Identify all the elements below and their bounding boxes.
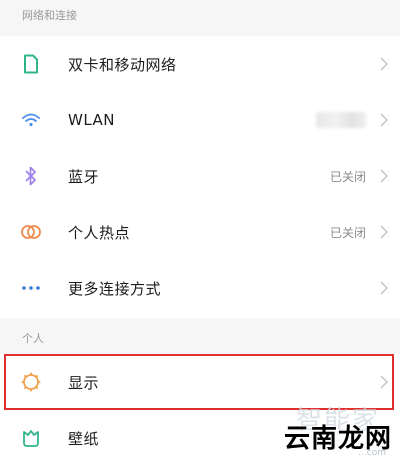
settings-item-label: 蓝牙 [68, 167, 100, 186]
settings-item-more-connections[interactable]: 更多连接方式 [0, 260, 400, 316]
hotspot-status: 已关闭 [329, 225, 366, 240]
wlan-network-name-blurred [316, 112, 366, 128]
settings-item-label: 个人热点 [68, 223, 131, 242]
display-brightness-icon [20, 371, 42, 393]
bluetooth-icon [20, 165, 42, 187]
settings-item-label: WLAN [68, 111, 116, 129]
wallpaper-icon [20, 427, 42, 449]
wifi-icon [20, 109, 42, 131]
sim-card-icon [20, 53, 42, 75]
more-dots-icon [20, 277, 42, 299]
settings-item-label: 更多连接方式 [68, 279, 162, 298]
settings-item-dual-sim[interactable]: 双卡和移动网络 [0, 36, 400, 92]
settings-item-label: 双卡和移动网络 [68, 55, 177, 74]
settings-item-bluetooth[interactable]: 蓝牙 已关闭 [0, 148, 400, 204]
chevron-right-icon [380, 375, 388, 389]
section-header-personal: 个人 [0, 318, 400, 354]
settings-item-label: 显示 [68, 373, 100, 392]
watermark-sub: …com [357, 448, 386, 458]
chevron-right-icon [380, 281, 388, 295]
bluetooth-status: 已关闭 [329, 169, 366, 184]
chevron-right-icon [380, 169, 388, 183]
chevron-right-icon [380, 225, 388, 239]
hotspot-icon [20, 221, 42, 243]
chevron-right-icon [380, 57, 388, 71]
settings-item-label: 壁纸 [68, 429, 100, 448]
settings-item-wlan[interactable]: WLAN [0, 92, 400, 148]
chevron-right-icon [380, 113, 388, 127]
section-header-network: 网络和连接 [0, 0, 400, 36]
settings-item-hotspot[interactable]: 个人热点 已关闭 [0, 204, 400, 260]
